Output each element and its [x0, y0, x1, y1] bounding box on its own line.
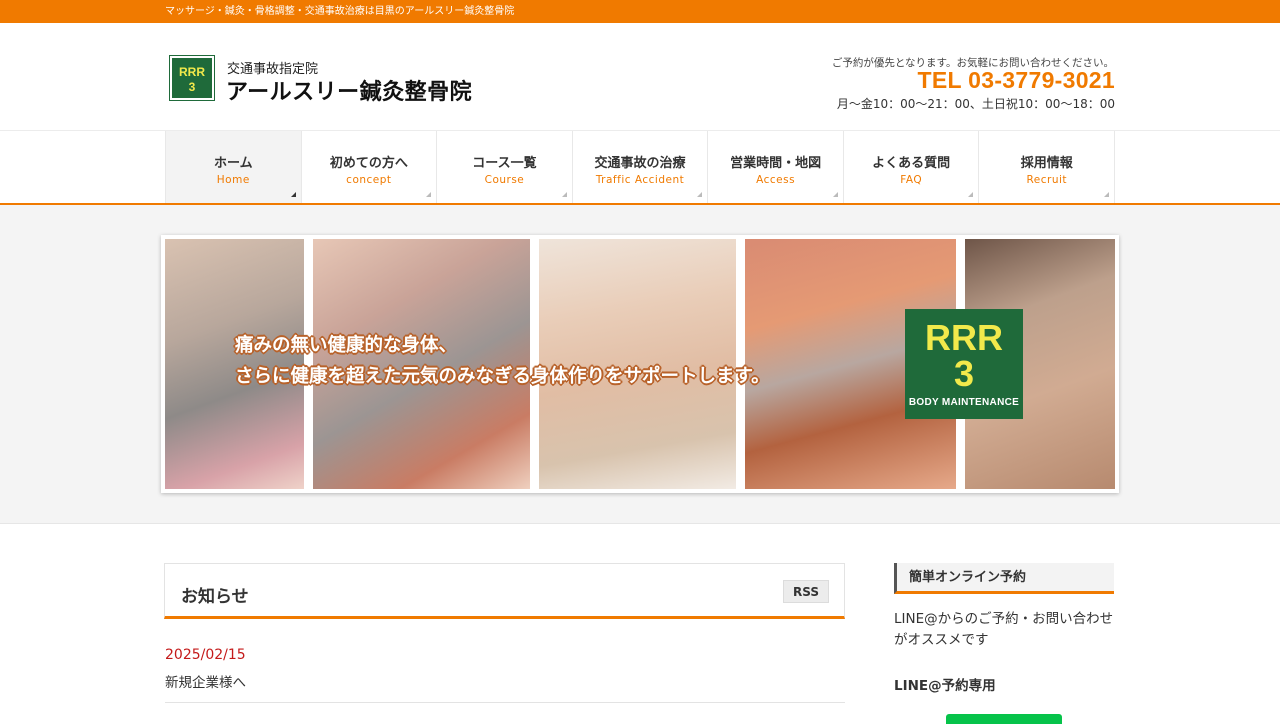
- nav-item-access[interactable]: 営業時間・地図 Access: [707, 131, 843, 203]
- top-tagline: マッサージ・鍼灸・骨格調整・交通事故治療は目黒のアールスリー鍼灸整骨院: [165, 6, 515, 17]
- news-list-item: 2025/02/15 新規企業様へ: [165, 645, 845, 703]
- nav-label-jp: 採用情報: [1020, 156, 1073, 171]
- nav-label-jp: 初めての方へ: [329, 156, 408, 171]
- hero-banner: 痛みの無い健康的な身体、 さらに健康を超えた元気のみなぎる身体作りをサポートしま…: [161, 235, 1119, 493]
- nav-list: ホーム Home 初めての方へ concept コース一覧 Course 交通事…: [165, 131, 1116, 203]
- corner-arrow-icon: [561, 192, 567, 197]
- nav-label-jp: 営業時間・地図: [730, 156, 822, 171]
- nav-label-en: Home: [216, 174, 250, 186]
- line-add-friend-button[interactable]: [946, 714, 1062, 724]
- badge-rrr: RRR: [925, 317, 1003, 358]
- hero-copy-line1: 痛みの無い健康的な身体、: [235, 335, 458, 356]
- site-header: RRR 3 交通事故指定院 アールスリー鍼灸整骨院 ご予約が優先となります。お気…: [0, 23, 1280, 130]
- nav-label-en: Traffic Accident: [595, 174, 685, 186]
- corner-arrow-icon: [290, 192, 296, 197]
- nav-item-concept[interactable]: 初めての方へ concept: [300, 131, 437, 203]
- business-hours: 月〜金10：00〜21：00、土日祝10：00〜18：00: [836, 97, 1115, 111]
- nav-label-jp: コース一覧: [472, 156, 537, 171]
- nav-label-jp: ホーム: [213, 156, 253, 171]
- nav-item-traffic-accident[interactable]: 交通事故の治療 Traffic Accident: [571, 131, 708, 203]
- news-link[interactable]: 新規企業様へ: [165, 671, 246, 691]
- corner-arrow-icon: [832, 192, 838, 197]
- badge-body-maintenance: BODY MAINTENANCE: [908, 397, 1020, 408]
- logo-text-rrr: RRR: [179, 65, 205, 79]
- badge-3: 3: [953, 353, 975, 394]
- nav-item-home[interactable]: ホーム Home: [165, 131, 301, 203]
- sidebar-description: LINE@からのご予約・お問い合わせがオススメです: [894, 611, 1114, 648]
- hero-catchcopy: 痛みの無い健康的な身体、 さらに健康を超えた元気のみなぎる身体作りをサポートしま…: [235, 330, 770, 392]
- corner-arrow-icon: [968, 192, 974, 197]
- nav-item-faq[interactable]: よくある質問 FAQ: [842, 131, 979, 203]
- rss-button[interactable]: RSS: [783, 580, 829, 603]
- top-tagline-bar: マッサージ・鍼灸・骨格調整・交通事故治療は目黒のアールスリー鍼灸整骨院: [0, 0, 1280, 23]
- clinic-name[interactable]: アールスリー鍼灸整骨院: [226, 74, 472, 106]
- sidebar-heading-online-reservation: 簡単オンライン予約: [894, 563, 1114, 594]
- nav-label-jp: 交通事故の治療: [594, 156, 686, 171]
- corner-arrow-icon: [1104, 192, 1110, 197]
- nav-item-course[interactable]: コース一覧 Course: [436, 131, 572, 203]
- global-nav: ホーム Home 初めての方へ concept コース一覧 Course 交通事…: [0, 130, 1280, 206]
- news-date: 2025/02/15: [165, 647, 246, 663]
- nav-label-en: Course: [484, 174, 525, 186]
- logo-icon[interactable]: RRR 3: [170, 56, 214, 100]
- nav-label-en: concept: [346, 174, 392, 186]
- corner-arrow-icon: [697, 192, 703, 197]
- nav-label-en: Access: [756, 174, 796, 186]
- logo-text-3: 3: [188, 80, 196, 94]
- news-header: お知らせ RSS: [164, 563, 845, 619]
- corner-arrow-icon: [426, 192, 432, 197]
- nav-item-recruit[interactable]: 採用情報 Recruit: [978, 131, 1116, 203]
- phone-number[interactable]: TEL 03-3779-3021: [918, 67, 1115, 94]
- nav-label-jp: よくある質問: [872, 156, 951, 171]
- nav-label-en: Recruit: [1026, 174, 1068, 186]
- sidebar-line-heading: LINE@予約専用: [894, 678, 996, 694]
- brand-badge: RRR 3 BODY MAINTENANCE: [905, 309, 1023, 419]
- news-title: お知らせ: [181, 587, 249, 607]
- nav-label-en: FAQ: [900, 174, 923, 186]
- hero-copy-line2: さらに健康を超えた元気のみなぎる身体作りをサポートします。: [235, 366, 770, 387]
